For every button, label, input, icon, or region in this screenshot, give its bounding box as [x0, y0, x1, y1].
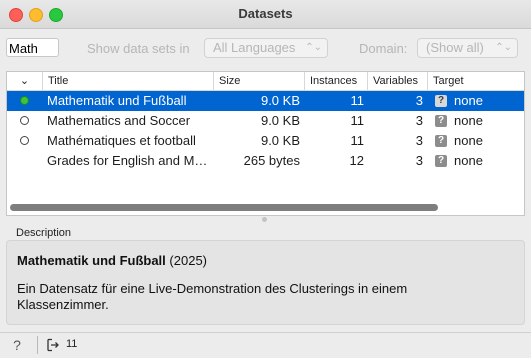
row-variables: 3	[415, 133, 423, 148]
output-count: 11	[66, 338, 78, 350]
row-target: none	[454, 113, 483, 128]
datasets-table[interactable]: ⌄ Title Size Instances Variables Target …	[6, 71, 525, 216]
row-size: 265 bytes	[243, 153, 300, 168]
row-target: none	[454, 93, 483, 108]
row-target: none	[454, 153, 483, 168]
show-datasets-label: Show data sets in	[87, 41, 190, 56]
table-row[interactable]: Grades for English and M… 265 bytes 12 3…	[7, 151, 524, 171]
column-header-variables[interactable]: Variables	[368, 72, 428, 90]
horizontal-scrollbar[interactable]	[7, 200, 524, 215]
row-title: Grades for English and M…	[47, 153, 208, 168]
chevron-updown-icon: ⌃⌄	[495, 42, 512, 53]
description-heading: Mathematik und Fußball (2025)	[17, 253, 207, 268]
language-select[interactable]: All Languages ⌃⌄	[204, 38, 328, 58]
row-title: Mathematics and Soccer	[47, 113, 191, 128]
row-instances: 11	[350, 93, 365, 108]
table-row[interactable]: Mathematics and Soccer 9.0 KB 11 3 ? non…	[7, 111, 524, 131]
description-year: (2025)	[169, 253, 207, 268]
remote-status-icon	[20, 136, 29, 145]
question-icon: ?	[435, 155, 447, 167]
column-header-size[interactable]: Size	[214, 72, 305, 90]
column-header-target[interactable]: Target	[428, 72, 524, 90]
column-header-title[interactable]: Title	[43, 72, 214, 90]
row-instances: 11	[350, 113, 365, 128]
filter-row: Math Show data sets in All Languages ⌃⌄ …	[0, 38, 531, 60]
scrollbar-thumb[interactable]	[10, 204, 438, 211]
row-title: Mathematik und Fußball	[47, 93, 187, 108]
table-header: ⌄ Title Size Instances Variables Target	[7, 72, 524, 91]
row-size: 9.0 KB	[260, 93, 300, 108]
remote-status-icon	[20, 116, 29, 125]
domain-label: Domain:	[359, 41, 408, 56]
status-divider	[37, 336, 38, 354]
column-header-instances[interactable]: Instances	[305, 72, 368, 90]
domain-select[interactable]: (Show all) ⌃⌄	[417, 38, 518, 58]
window-title: Datasets	[238, 6, 293, 21]
question-icon: ?	[435, 95, 447, 107]
table-row[interactable]: Mathématiques et football 9.0 KB 11 3 ? …	[7, 131, 524, 151]
chevron-updown-icon: ⌃⌄	[305, 42, 322, 53]
description-dataset-name: Mathematik und Fußball	[17, 253, 166, 268]
datasets-window: Datasets Math Show data sets in All Lang…	[0, 0, 531, 358]
row-size: 9.0 KB	[260, 133, 300, 148]
status-bar: ? 11	[0, 332, 531, 358]
title-bar[interactable]: Datasets	[0, 0, 531, 29]
description-text: Ein Datensatz für eine Live-Demonstratio…	[17, 281, 408, 312]
chevron-down-icon: ⌄	[19, 75, 30, 87]
table-row[interactable]: Mathematik und Fußball 9.0 KB 11 3 ? non…	[7, 91, 524, 111]
row-instances: 11	[350, 133, 365, 148]
question-icon: ?	[435, 135, 447, 147]
output-icon	[47, 338, 59, 352]
sort-column-header[interactable]: ⌄	[7, 72, 43, 90]
description-panel: Mathematik und Fußball (2025) Ein Datens…	[6, 240, 525, 325]
search-input[interactable]: Math	[6, 38, 59, 57]
row-title: Mathématiques et football	[47, 133, 196, 148]
splitter-handle[interactable]	[262, 217, 267, 222]
row-instances: 12	[349, 153, 364, 168]
domain-select-value: (Show all)	[426, 40, 484, 55]
row-variables: 3	[415, 153, 423, 168]
row-variables: 3	[415, 93, 423, 108]
row-target: none	[454, 133, 483, 148]
description-label: Description	[16, 227, 72, 239]
language-select-value: All Languages	[213, 40, 296, 55]
row-size: 9.0 KB	[260, 113, 300, 128]
row-variables: 3	[415, 113, 423, 128]
downloaded-status-icon	[20, 96, 29, 105]
help-icon[interactable]: ?	[10, 337, 24, 353]
question-icon: ?	[435, 115, 447, 127]
